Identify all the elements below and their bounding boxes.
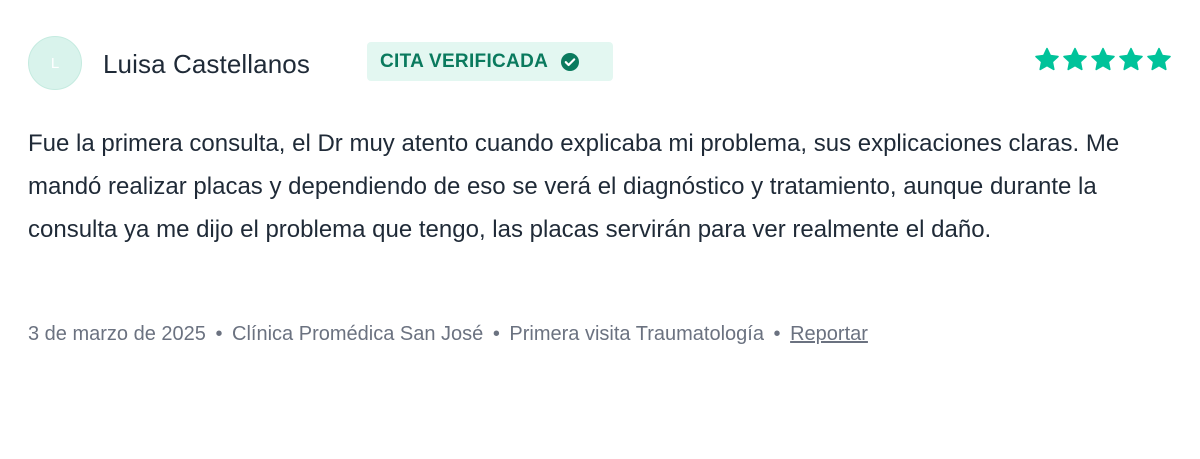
check-circle-icon (560, 52, 580, 72)
rating-stars (1034, 47, 1172, 73)
review-text: Fue la primera consulta, el Dr muy atent… (28, 130, 1120, 243)
visit-type: Primera visita Traumatología (509, 323, 764, 345)
review-card: L Luisa Castellanos CITA VERIFICADA Fue … (28, 36, 1172, 345)
review-meta: 3 de marzo de 2025 • Clínica Promédica S… (28, 323, 868, 346)
avatar: L (28, 36, 82, 90)
meta-separator: • (492, 323, 500, 345)
review-date: 3 de marzo de 2025 (28, 323, 206, 345)
meta-separator: • (773, 323, 781, 345)
verified-badge-label: CITA VERIFICADA (380, 50, 549, 72)
report-link[interactable]: Reportar (790, 323, 868, 345)
star-icon (1034, 47, 1060, 73)
review-header: L Luisa Castellanos CITA VERIFICADA (28, 36, 1172, 92)
verified-badge: CITA VERIFICADA (367, 42, 613, 81)
avatar-initial: L (50, 54, 60, 72)
star-icon (1146, 47, 1172, 73)
star-icon (1118, 47, 1144, 73)
author-name: Luisa Castellanos (103, 49, 310, 79)
star-icon (1090, 47, 1116, 73)
clinic-name: Clínica Promédica San José (232, 323, 484, 345)
meta-separator: • (215, 323, 223, 345)
star-icon (1062, 47, 1088, 73)
